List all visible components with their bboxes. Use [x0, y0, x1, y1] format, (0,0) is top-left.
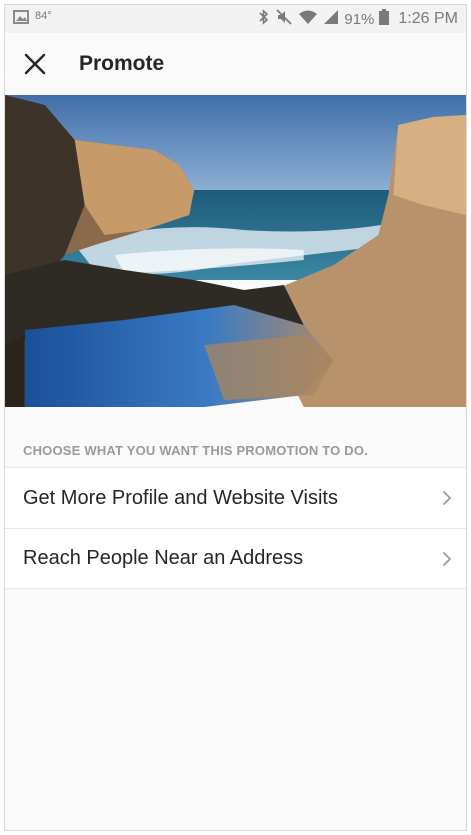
status-bar: 84° 91% 1:26 PM [5, 5, 466, 33]
option-label: Reach People Near an Address [23, 547, 304, 569]
battery-percent: 91% [344, 10, 375, 28]
status-right: 91% 1:26 PM [258, 9, 458, 29]
temperature-text: 84° [35, 10, 52, 22]
page-title: Promote [79, 52, 165, 75]
status-left: 84° [13, 10, 52, 28]
close-button[interactable] [15, 44, 55, 84]
wifi-icon [298, 9, 318, 29]
option-profile-website-visits[interactable]: Get More Profile and Website Visits [5, 467, 466, 528]
clock-time: 1:26 PM [398, 10, 458, 27]
post-photo [5, 95, 466, 407]
close-icon [24, 53, 46, 75]
signal-icon [323, 9, 339, 29]
app-header: Promote [5, 33, 466, 95]
option-label: Get More Profile and Website Visits [23, 486, 338, 509]
chevron-right-icon [442, 551, 452, 567]
image-icon [13, 10, 29, 28]
section-label: CHOOSE WHAT YOU WANT THIS PROMOTION TO D… [23, 443, 368, 458]
phone-screen: 84° 91% 1:26 PM Promote CHOOSE WHAT YOU … [4, 4, 467, 831]
promotion-options-list: Get More Profile and Website Visits Reac… [5, 467, 466, 589]
chevron-right-icon [442, 490, 452, 506]
battery-icon [379, 9, 390, 29]
mute-icon [275, 9, 293, 29]
bluetooth-icon [258, 9, 270, 29]
option-reach-people-near-address[interactable]: Reach People Near an Address [5, 528, 466, 589]
